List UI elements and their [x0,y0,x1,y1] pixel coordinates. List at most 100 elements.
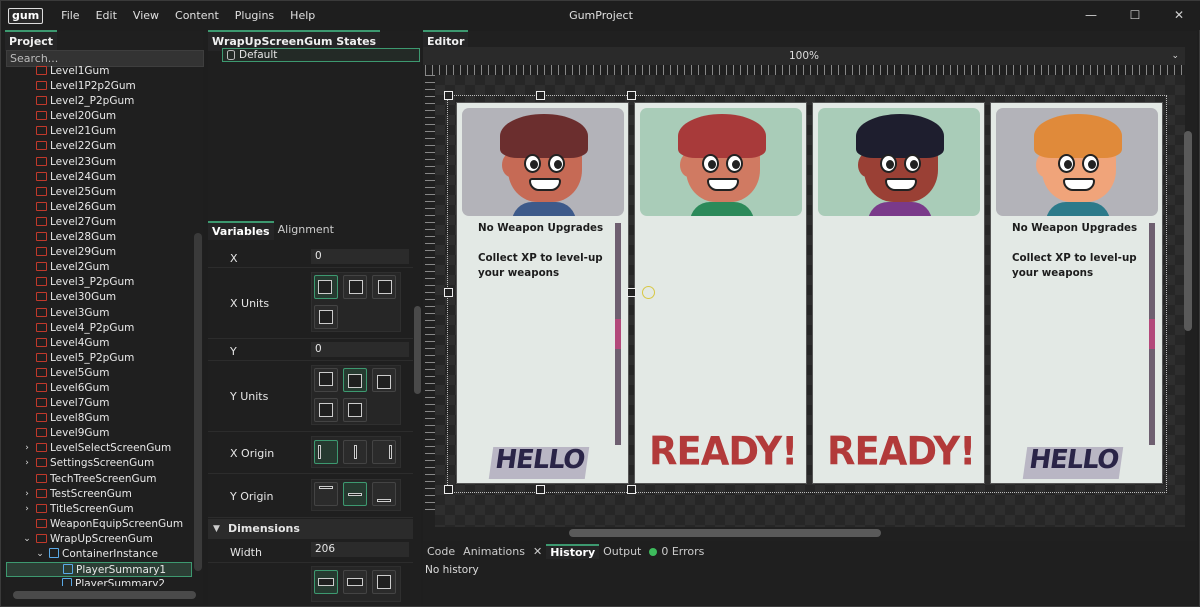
y-units-pixels-from-bottom-button[interactable] [372,368,396,392]
tree-item[interactable]: PlayerSummary2 [6,577,192,586]
tab-variables[interactable]: Variables [208,221,274,240]
tree-item[interactable]: › SettingsScreenGum [6,456,192,471]
y-origin-top-button[interactable] [314,482,338,506]
chevron-right-icon[interactable]: › [22,487,32,502]
y-units-pixels-from-center-button[interactable] [343,368,367,392]
x-value-input[interactable]: 0 [311,249,409,264]
menu-help[interactable]: Help [282,1,323,30]
y-value-input[interactable]: 0 [311,342,409,357]
project-tree-horizontal-scrollbar[interactable] [13,591,196,599]
close-button[interactable]: ✕ [1157,1,1200,30]
x-units-pixels-from-center-button[interactable] [343,275,367,299]
tree-item[interactable]: ⌄ WrapUpScreenGum [6,532,192,547]
resize-handle-left[interactable] [444,288,453,297]
project-tree-vertical-scrollbar[interactable] [194,233,202,571]
tree-item[interactable]: Level25Gum [6,185,192,200]
tree-item[interactable]: ⌄ ContainerInstance [6,547,192,562]
tree-item[interactable]: Level3Gum [6,306,192,321]
tab-animations[interactable]: Animations [459,545,529,558]
player-summary-card[interactable]: No Weapon Upgrades Collect XP to level-up… [990,102,1163,484]
project-panel-header[interactable]: Project [5,30,58,51]
tab-errors[interactable]: 0 Errors [645,545,708,558]
tree-item[interactable]: › TestScreenGum [6,487,192,502]
editor-vertical-scrollbar[interactable] [1184,131,1192,331]
state-default-row[interactable]: Default [222,48,420,62]
tab-output[interactable]: Output [599,545,645,558]
tab-alignment[interactable]: Alignment [274,221,338,240]
x-units-pixels-from-right-button[interactable] [372,275,396,299]
chevron-right-icon[interactable]: › [22,502,32,517]
tree-item[interactable]: Level1Gum [6,64,192,79]
x-origin-right-button[interactable] [372,440,396,464]
tree-item[interactable]: Level5_P2pGum [6,351,192,366]
x-origin-center-button[interactable] [343,440,367,464]
x-origin-left-button[interactable] [314,440,338,464]
y-units-text-baseline-button[interactable] [343,398,367,422]
tree-item[interactable]: Level23Gum [6,155,192,170]
tree-item[interactable]: › LevelSelectScreenGum [6,441,192,456]
tree-item[interactable]: Level2_P2pGum [6,94,192,109]
width-units-relative-button[interactable] [343,570,367,594]
y-origin-center-button[interactable] [343,482,367,506]
player-summary-card[interactable]: No Weapon Upgrades Collect XP to level-up… [456,102,629,484]
tree-item[interactable]: Level3_P2pGum [6,275,192,290]
tree-item[interactable]: WeaponEquipScreenGum [6,517,192,532]
menu-edit[interactable]: Edit [88,1,125,30]
width-units-percentage-button[interactable] [372,570,396,594]
tree-item[interactable]: PlayerSummary1 [6,562,192,578]
tab-code[interactable]: Code [423,545,459,558]
tree-item[interactable]: Level1P2p2Gum [6,79,192,94]
tree-item[interactable]: Level9Gum [6,426,192,441]
width-units-absolute-button[interactable] [314,570,338,594]
resize-handle-right[interactable] [627,288,636,297]
y-units-percentage-button[interactable] [314,398,338,422]
variables-scrollbar[interactable] [414,306,421,394]
tree-item[interactable]: Level6Gum [6,381,192,396]
menu-view[interactable]: View [125,1,167,30]
y-origin-bottom-button[interactable] [372,482,396,506]
tree-item[interactable]: Level4Gum [6,336,192,351]
tree-item[interactable]: Level20Gum [6,109,192,124]
chevron-right-icon[interactable]: › [22,456,32,471]
tree-item[interactable]: Level26Gum [6,200,192,215]
tree-item[interactable]: › TitleScreenGum [6,502,192,517]
player-summary-card[interactable]: READY! [812,102,985,484]
card-scrollbar[interactable] [615,223,621,445]
tree-item[interactable]: Level21Gum [6,124,192,139]
tree-item[interactable]: Level8Gum [6,411,192,426]
resize-handle-bottom-left[interactable] [444,485,453,494]
tree-item[interactable]: TechTreeScreenGum [6,472,192,487]
tree-item[interactable]: Level27Gum [6,215,192,230]
x-units-pixels-from-left-button[interactable] [314,275,338,299]
dimensions-section-header[interactable]: ▼ Dimensions [208,519,413,539]
tab-history[interactable]: History [546,543,600,559]
x-units-percentage-button[interactable] [314,305,338,329]
card-scrollbar[interactable] [1149,223,1155,445]
width-value-input[interactable]: 206 [311,542,409,557]
menu-plugins[interactable]: Plugins [227,1,282,30]
close-icon[interactable]: ✕ [529,545,546,558]
resize-handle-top[interactable] [536,91,545,100]
maximize-button[interactable]: ☐ [1113,1,1157,30]
tree-item[interactable]: Level28Gum [6,230,192,245]
player-summary-card[interactable]: READY! [634,102,807,484]
chevron-down-icon[interactable]: ⌄ [22,532,32,547]
resize-handle-bottom[interactable] [536,485,545,494]
y-units-pixels-from-top-button[interactable] [314,368,338,392]
tree-item[interactable]: Level29Gum [6,245,192,260]
chevron-right-icon[interactable]: › [22,441,32,456]
tree-item[interactable]: Level7Gum [6,396,192,411]
menu-content[interactable]: Content [167,1,227,30]
tree-item[interactable]: Level30Gum [6,290,192,305]
resize-handle-top-left[interactable] [444,91,453,100]
chevron-down-icon[interactable]: ⌄ [35,547,45,562]
resize-handle-bottom-right[interactable] [627,485,636,494]
minimize-button[interactable]: — [1069,1,1113,30]
menu-file[interactable]: File [53,1,87,30]
zoom-level-dropdown[interactable]: 100% ⌄ [423,47,1185,65]
tree-item[interactable]: Level24Gum [6,170,192,185]
tree-item[interactable]: Level5Gum [6,366,192,381]
tree-item[interactable]: Level22Gum [6,139,192,154]
tree-item[interactable]: Level4_P2pGum [6,321,192,336]
resize-handle-top-right[interactable] [627,91,636,100]
